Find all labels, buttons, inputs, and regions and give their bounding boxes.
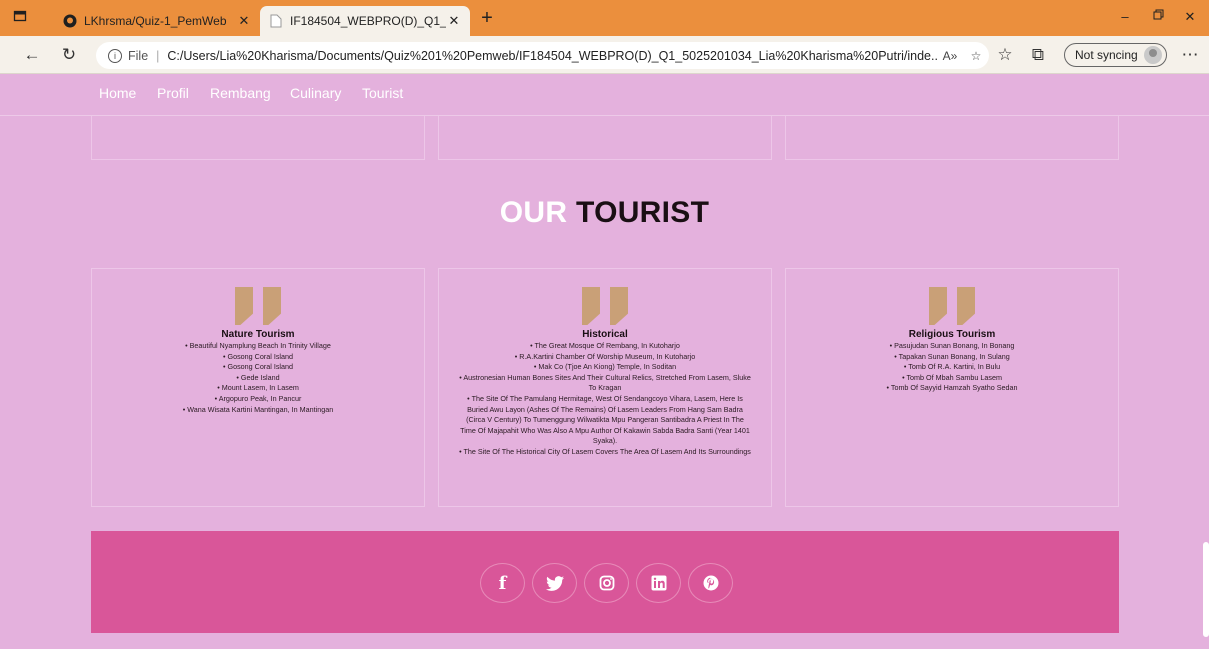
browser-toolbar: ← ↻ i File | C:/Users/Lia%20Kharisma/Doc… <box>0 36 1209 74</box>
list-item: Tomb Of Mbah Sambu Lasem <box>806 373 1098 384</box>
list-item: Tapakan Sunan Bonang, In Sulang <box>806 352 1098 363</box>
info-icon[interactable]: i <box>108 48 122 63</box>
close-tab-icon[interactable]: ✕ <box>236 13 252 29</box>
linkedin-icon[interactable] <box>636 563 681 603</box>
tab-current-page[interactable]: IF184504_WEBPRO(D)_Q1_50252 ✕ <box>260 6 470 36</box>
list-item: Mak Co (Tjoe An Kiong) Temple, In Sodita… <box>459 362 751 373</box>
collections-icon[interactable]: ⧉ <box>1026 44 1050 66</box>
add-favorite-icon[interactable]: ☆ <box>963 49 989 63</box>
list-item: The Site Of The Pamulang Hermitage, West… <box>459 394 751 447</box>
quote-icon <box>786 287 1118 325</box>
restore-icon[interactable] <box>1150 9 1166 25</box>
site-navbar: Home Profil Rembang Culinary Tourist <box>0 74 1209 116</box>
section-title-part2: TOURIST <box>576 196 710 229</box>
quote-icon <box>92 287 424 325</box>
web-page: Home Profil Rembang Culinary Tourist OUR… <box>0 74 1209 649</box>
scrollbar[interactable] <box>1203 542 1209 637</box>
tourism-card-nature: Nature Tourism Beautiful Nyamplung Beach… <box>91 268 425 507</box>
card-title: Religious Tourism <box>908 329 996 340</box>
list-item: Mount Lasem, In Lasem <box>112 383 404 394</box>
nav-link-profil[interactable]: Profil <box>157 85 189 101</box>
nav-link-home[interactable]: Home <box>99 85 136 101</box>
nav-link-tourist[interactable]: Tourist <box>362 85 403 101</box>
card-title: Nature Tourism <box>221 329 295 340</box>
address-bar[interactable]: i File | C:/Users/Lia%20Kharisma/Documen… <box>96 42 989 69</box>
profile-sync-button[interactable]: Not syncing <box>1064 43 1167 67</box>
instagram-icon[interactable] <box>584 563 629 603</box>
address-scheme-label: File <box>128 48 149 63</box>
close-window-icon[interactable]: ✕ <box>1182 9 1198 25</box>
list-item: The Site Of The Historical City Of Lasem… <box>459 447 751 458</box>
list-item: Gosong Coral Island <box>112 352 404 363</box>
nav-link-rembang[interactable]: Rembang <box>210 85 271 101</box>
new-tab-button[interactable]: + <box>476 8 498 30</box>
tab-title: IF184504_WEBPRO(D)_Q1_50252 <box>290 14 446 28</box>
sync-label: Not syncing <box>1075 48 1138 62</box>
tourism-card-religious: Religious Tourism Pasujudan Sunan Bonang… <box>785 268 1119 507</box>
list-item: Pasujudan Sunan Bonang, In Bonang <box>806 341 1098 352</box>
more-options-icon[interactable]: ⋯ <box>1178 44 1202 66</box>
address-separator: | <box>156 48 160 63</box>
list-item: The Great Mosque Of Rembang, In Kutoharj… <box>459 341 751 352</box>
close-tab-icon[interactable]: ✕ <box>446 13 462 29</box>
previous-section-card <box>438 116 772 160</box>
site-footer: f <box>91 531 1119 633</box>
quote-icon <box>439 287 771 325</box>
twitter-icon[interactable] <box>532 563 577 603</box>
list-item: R.A.Kartini Chamber Of Worship Museum, I… <box>459 352 751 363</box>
card-list: The Great Mosque Of Rembang, In Kutoharj… <box>439 341 771 458</box>
nav-link-culinary[interactable]: Culinary <box>290 85 341 101</box>
tab-github[interactable]: LKhrsma/Quiz-1_PemWeb ✕ <box>54 6 260 36</box>
card-title: Historical <box>582 329 628 340</box>
address-url: C:/Users/Lia%20Kharisma/Documents/Quiz%2… <box>167 48 937 63</box>
list-item: Beautiful Nyamplung Beach In Trinity Vil… <box>112 341 404 352</box>
tourism-card-historical: Historical The Great Mosque Of Rembang, … <box>438 268 772 507</box>
list-item: Austronesian Human Bones Sites And Their… <box>459 373 751 394</box>
minimize-icon[interactable]: – <box>1117 9 1133 25</box>
previous-section-card <box>785 116 1119 160</box>
tab-actions-icon[interactable] <box>12 9 28 25</box>
back-button[interactable]: ← <box>20 44 44 66</box>
browser-tab-bar: LKhrsma/Quiz-1_PemWeb ✕ IF184504_WEBPRO(… <box>0 0 1209 36</box>
refresh-button[interactable]: ↻ <box>57 44 81 66</box>
list-item: Gosong Coral Island <box>112 362 404 373</box>
card-list: Pasujudan Sunan Bonang, In Bonang Tapaka… <box>786 341 1118 394</box>
list-item: Tomb Of Sayyid Hamzah Syatho Sedan <box>806 383 1098 394</box>
read-aloud-icon[interactable]: A» <box>937 49 963 63</box>
file-icon <box>268 13 284 29</box>
list-item: Tomb Of R.A. Kartini, In Bulu <box>806 362 1098 373</box>
previous-section-card <box>91 116 425 160</box>
tab-title: LKhrsma/Quiz-1_PemWeb <box>84 14 227 28</box>
section-title: OUR TOURIST <box>0 196 1209 230</box>
section-title-part1: OUR <box>499 196 568 229</box>
pinterest-icon[interactable] <box>688 563 733 603</box>
favorites-icon[interactable]: ☆ <box>993 44 1017 66</box>
list-item: Wana Wisata Kartini Mantingan, In Mantin… <box>112 405 404 416</box>
avatar <box>1144 46 1162 64</box>
list-item: Argopuro Peak, In Pancur <box>112 394 404 405</box>
card-list: Beautiful Nyamplung Beach In Trinity Vil… <box>92 341 424 415</box>
list-item: Gede Island <box>112 373 404 384</box>
facebook-icon[interactable]: f <box>480 563 525 603</box>
github-icon <box>62 13 78 29</box>
social-links: f <box>480 563 733 603</box>
